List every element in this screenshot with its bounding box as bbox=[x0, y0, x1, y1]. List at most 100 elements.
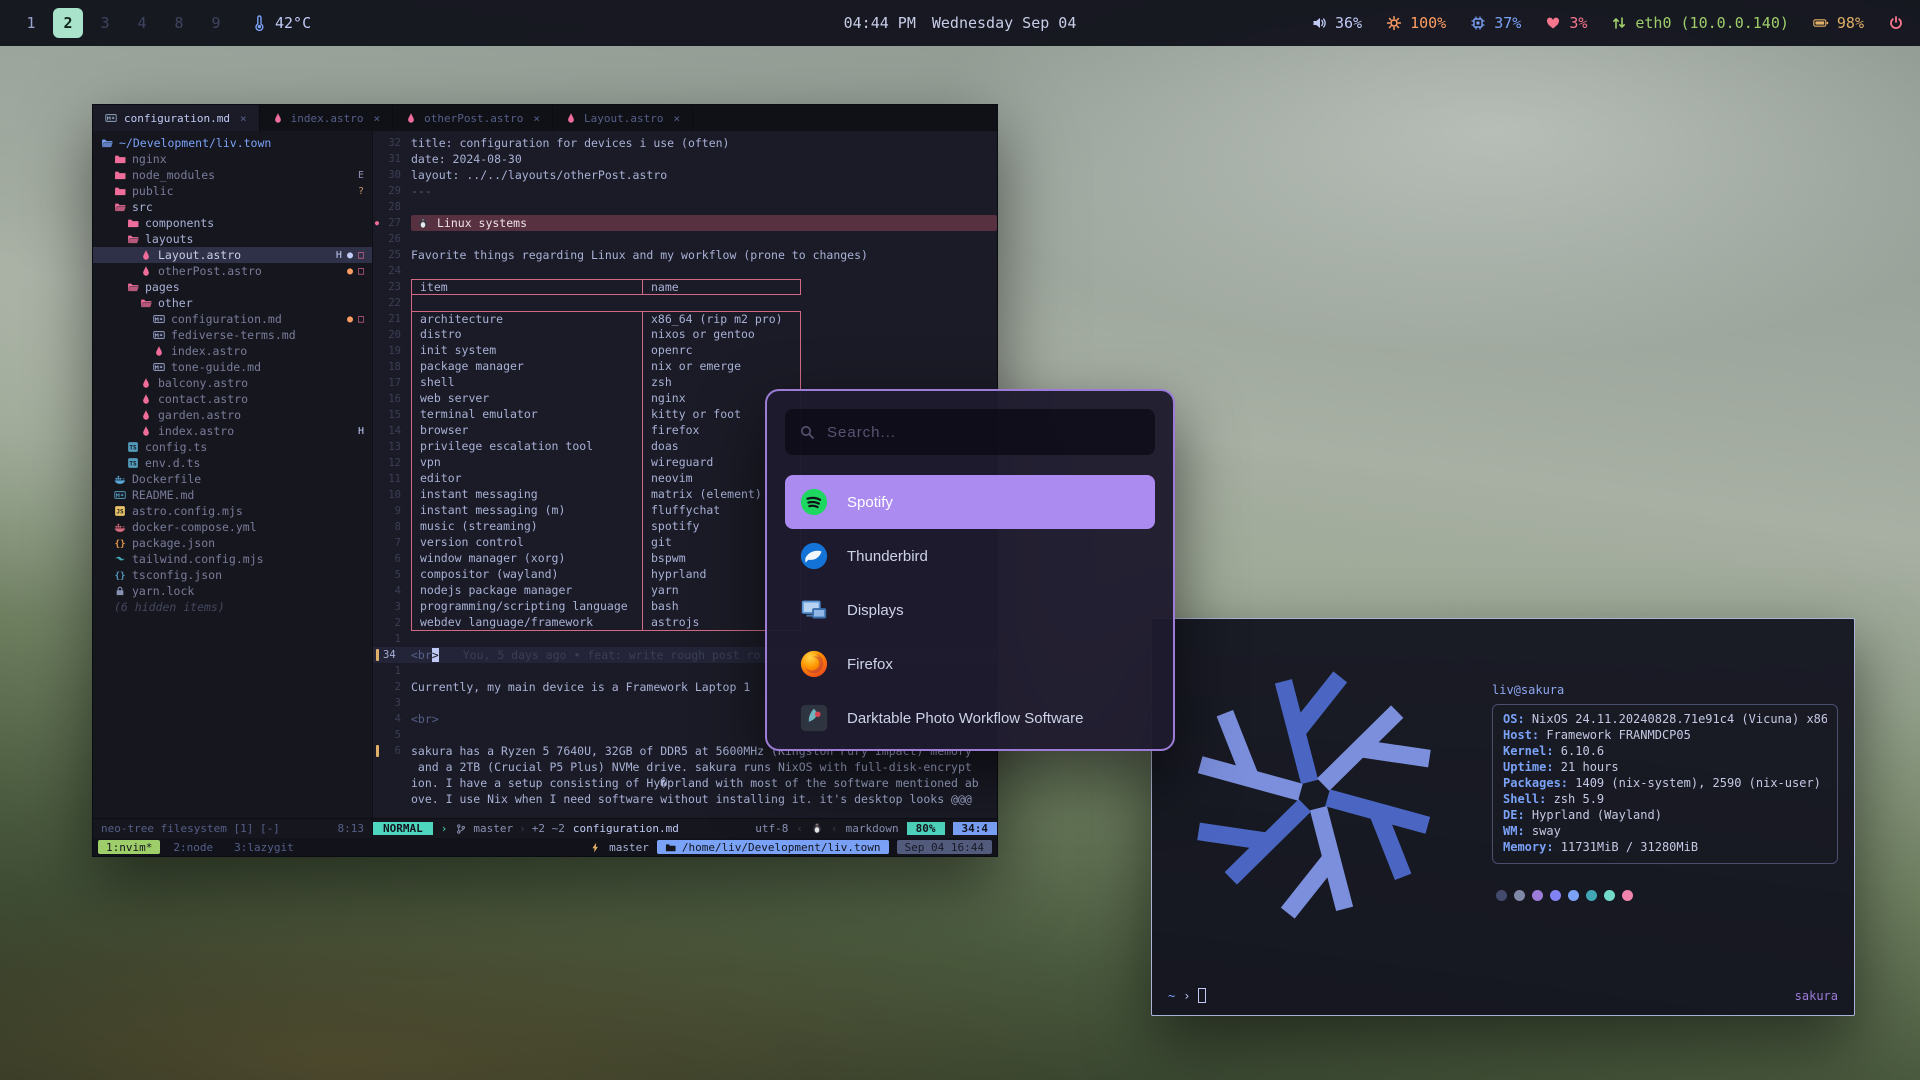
line-number: 8 bbox=[381, 521, 411, 533]
tree-item[interactable]: other bbox=[93, 295, 372, 311]
tree-item[interactable]: JSastro.config.mjs bbox=[93, 503, 372, 519]
tree-item[interactable]: otherPost.astro●□ bbox=[93, 263, 372, 279]
tree-item[interactable]: fediverse-terms.md bbox=[93, 327, 372, 343]
astro-icon bbox=[405, 112, 417, 124]
fetch-label: WM: bbox=[1503, 824, 1525, 840]
tree-item[interactable]: src bbox=[93, 199, 372, 215]
tree-item[interactable]: balcony.astro bbox=[93, 375, 372, 391]
fetch-label: OS: bbox=[1503, 712, 1525, 728]
line-number: 5 bbox=[381, 569, 411, 581]
line-text: Favorite things regarding Linux and my w… bbox=[411, 248, 997, 262]
launcher-item-firefox[interactable]: Firefox bbox=[785, 637, 1155, 691]
tree-item[interactable]: index.astro bbox=[93, 343, 372, 359]
tree-item[interactable]: {}package.json bbox=[93, 535, 372, 551]
table-row: 20distronixos or gentoo bbox=[373, 327, 997, 343]
module-cpu[interactable]: 37% bbox=[1470, 14, 1521, 32]
tree-item[interactable]: Layout.astroH●□ bbox=[93, 247, 372, 263]
launcher-item-darktable[interactable]: Darktable Photo Workflow Software bbox=[785, 691, 1155, 745]
tree-item-name: README.md bbox=[132, 488, 194, 502]
tree-item[interactable]: ~/Development/liv.town bbox=[93, 135, 372, 151]
tab-Layout.astro[interactable]: Layout.astro× bbox=[553, 105, 693, 131]
tree-item-name: configuration.md bbox=[171, 312, 282, 326]
tree-item[interactable]: contact.astro bbox=[93, 391, 372, 407]
tree-item-name: Layout.astro bbox=[158, 248, 241, 262]
tree-item[interactable]: {}tsconfig.json bbox=[93, 567, 372, 583]
tree-item[interactable]: tone-guide.md bbox=[93, 359, 372, 375]
module-battery[interactable]: 98% bbox=[1813, 14, 1864, 32]
tree-item[interactable]: TSconfig.ts bbox=[93, 439, 372, 455]
git-mark: □ bbox=[358, 266, 364, 277]
tree-item[interactable]: pages bbox=[93, 279, 372, 295]
svg-text:JS: JS bbox=[116, 509, 124, 516]
tree-item[interactable]: garden.astro bbox=[93, 407, 372, 423]
workspace-1[interactable]: 1 bbox=[16, 8, 46, 38]
git-mark: E bbox=[358, 170, 364, 181]
close-icon[interactable]: × bbox=[674, 112, 681, 125]
line-number: 28 bbox=[381, 201, 411, 213]
table-header-item: item bbox=[412, 280, 642, 294]
tmux-right: master /home/liv/Development/liv.town Se… bbox=[590, 840, 992, 854]
tab-otherPost.astro[interactable]: otherPost.astro× bbox=[393, 105, 553, 131]
table-cell-item: nodejs package manager bbox=[412, 583, 642, 599]
launcher-item-label: Thunderbird bbox=[847, 548, 928, 565]
tree-item[interactable]: public? bbox=[93, 183, 372, 199]
table-row-box: terminal emulatorkitty or foot bbox=[411, 407, 801, 423]
tree-item[interactable]: nginx bbox=[93, 151, 372, 167]
module-load[interactable]: 3% bbox=[1545, 14, 1587, 32]
workspace-3[interactable]: 3 bbox=[90, 8, 120, 38]
fetch-label: Memory: bbox=[1503, 840, 1554, 856]
workspace-2[interactable]: 2 bbox=[53, 8, 83, 38]
tree-item[interactable]: node_modulesE bbox=[93, 167, 372, 183]
module-brightness[interactable]: 100% bbox=[1386, 14, 1446, 32]
workspace-8[interactable]: 8 bbox=[164, 8, 194, 38]
chip-icon bbox=[1470, 15, 1486, 31]
tree-item[interactable]: index.astroH bbox=[93, 423, 372, 439]
editor-line: 29--- bbox=[373, 183, 997, 199]
tree-item-name: yarn.lock bbox=[132, 584, 194, 598]
workspace-4[interactable]: 4 bbox=[127, 8, 157, 38]
table-row-box: vpnwireguard bbox=[411, 455, 801, 471]
tab-index.astro[interactable]: index.astro× bbox=[260, 105, 393, 131]
close-icon[interactable]: × bbox=[533, 112, 540, 125]
launcher-item-thunderbird[interactable]: Thunderbird bbox=[785, 529, 1155, 583]
tmux-path-segment: /home/liv/Development/liv.town bbox=[657, 840, 889, 854]
line-number: 6 bbox=[381, 553, 411, 565]
tree-item[interactable]: docker-compose.yml bbox=[93, 519, 372, 535]
tmux-window-3:lazygit[interactable]: 3:lazygit bbox=[226, 840, 302, 854]
workspace-9[interactable]: 9 bbox=[201, 8, 231, 38]
top-bar: 123489 42°C 04:44 PM Wednesday Sep 04 36… bbox=[0, 0, 1920, 46]
line-number: 3 bbox=[381, 601, 411, 613]
tree-item[interactable]: Dockerfile bbox=[93, 471, 372, 487]
tree-item-marks: ●□ bbox=[347, 314, 364, 325]
line-number: 30 bbox=[381, 169, 411, 181]
tree-item[interactable]: configuration.md ●□ bbox=[93, 311, 372, 327]
launcher-item-displays[interactable]: Displays bbox=[785, 583, 1155, 637]
tree-item[interactable]: (6 hidden items) bbox=[93, 599, 372, 615]
tmux-window-2:node[interactable]: 2:node bbox=[165, 840, 221, 854]
search-input[interactable] bbox=[827, 424, 1141, 441]
close-icon[interactable]: × bbox=[373, 112, 380, 125]
tree-item[interactable]: yarn.lock bbox=[93, 583, 372, 599]
json-icon: {} bbox=[114, 569, 126, 581]
module-volume[interactable]: 36% bbox=[1311, 14, 1362, 32]
docker-icon bbox=[114, 521, 126, 533]
launcher-item-spotify[interactable]: Spotify bbox=[785, 475, 1155, 529]
host-label: sakura bbox=[1795, 989, 1838, 1003]
tree-item[interactable]: TSenv.d.ts bbox=[93, 455, 372, 471]
tmux-bar: 1:nvim* 2:node 3:lazygit master /home/liv/… bbox=[93, 838, 997, 856]
paragraph-line: ion. I have a setup consisting of Hy�prl… bbox=[373, 775, 997, 791]
tmux-window-1:nvim*[interactable]: 1:nvim* bbox=[98, 840, 160, 854]
table-row-box: editorneovim bbox=[411, 471, 801, 487]
shell-prompt[interactable]: ~ › bbox=[1168, 988, 1206, 1003]
tab-configuration.md[interactable]: configuration.md× bbox=[93, 105, 260, 131]
fetch-value: Framework FRANMDCP05 bbox=[1539, 728, 1691, 744]
tree-item[interactable]: README.md bbox=[93, 487, 372, 503]
module-power[interactable] bbox=[1888, 15, 1904, 31]
tree-item-name: tailwind.config.mjs bbox=[132, 552, 264, 566]
tree-item[interactable]: layouts bbox=[93, 231, 372, 247]
tree-item-marks: H bbox=[358, 426, 364, 437]
tree-item[interactable]: components bbox=[93, 215, 372, 231]
module-network[interactable]: eth0 (10.0.0.140) bbox=[1611, 14, 1789, 32]
tree-item[interactable]: tailwind.config.mjs bbox=[93, 551, 372, 567]
close-icon[interactable]: × bbox=[240, 112, 247, 125]
